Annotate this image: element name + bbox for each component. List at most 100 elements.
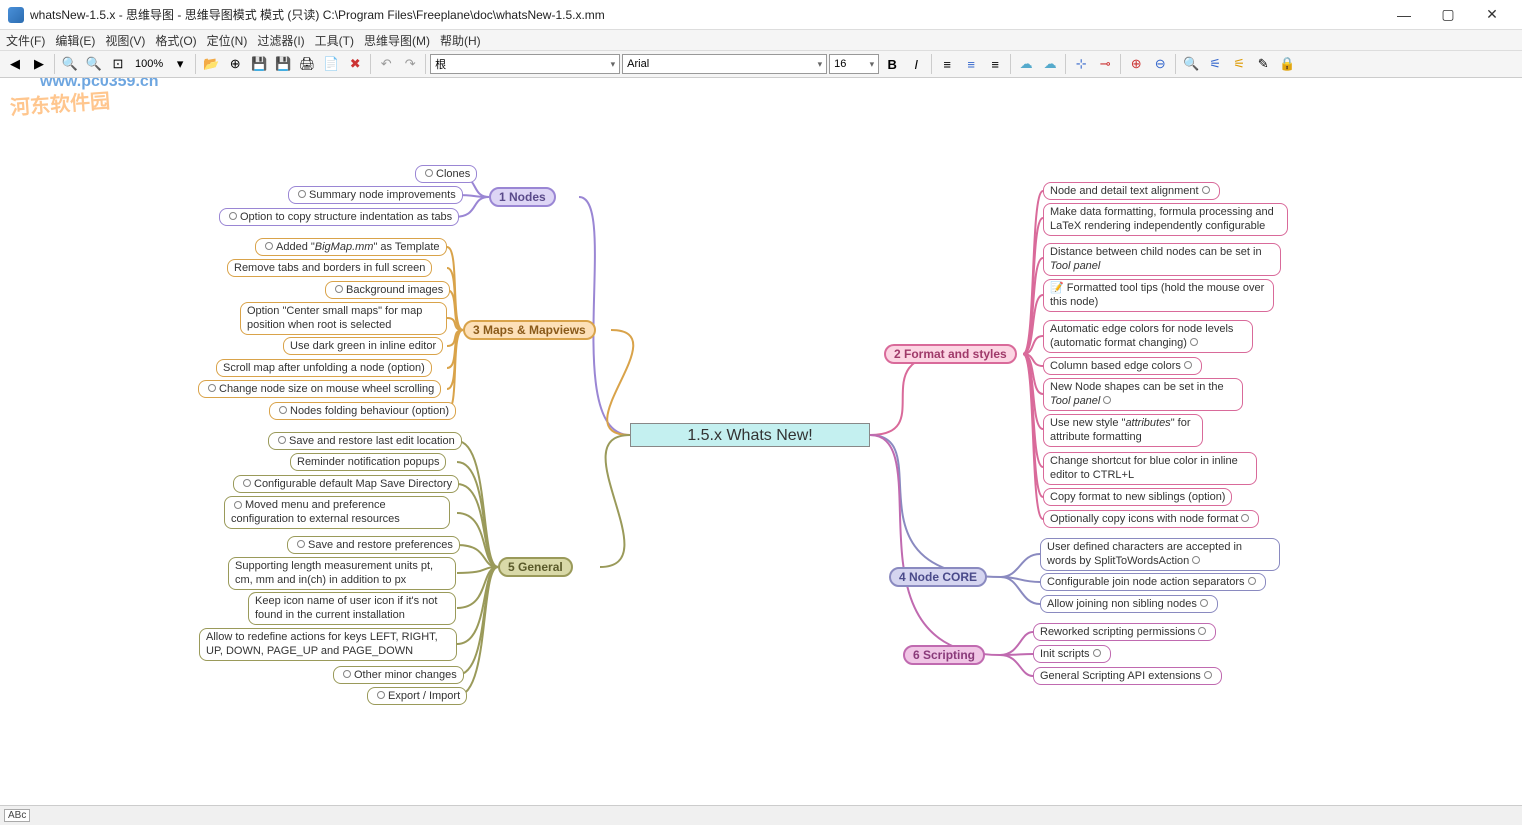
leaf-text-alignment[interactable]: Node and detail text alignment (1043, 182, 1220, 200)
leaf-column-edge[interactable]: Column based edge colors (1043, 357, 1202, 375)
saveall-icon[interactable]: 💾 (272, 53, 294, 75)
next-map-icon[interactable]: ▶ (28, 53, 50, 75)
branch-general[interactable]: 5 General (498, 557, 573, 577)
leaf-shortcut-blue[interactable]: Change shortcut for blue color in inline… (1043, 452, 1257, 485)
menu-mindmap[interactable]: 思维导图(M) (364, 32, 430, 49)
leaf-folding-behaviour[interactable]: Nodes folding behaviour (option) (269, 402, 456, 420)
link-remove-icon[interactable]: ⊖ (1149, 53, 1171, 75)
leaf-bigmap[interactable]: Added "BigMap.mm" as Template (255, 238, 447, 256)
cloud-icon[interactable]: ☁ (1015, 53, 1037, 75)
leaf-moved-menu[interactable]: Moved menu and preference configuration … (224, 496, 450, 529)
branch-maps[interactable]: 3 Maps & Mapviews (463, 320, 596, 340)
fit-icon[interactable]: ⊡ (107, 53, 129, 75)
leaf-data-formatting[interactable]: Make data formatting, formula processing… (1043, 203, 1288, 236)
leaf-attributes-style[interactable]: Use new style "attributes" for attribute… (1043, 414, 1203, 447)
statusbar: ABc (0, 805, 1522, 825)
leaf-api-extensions[interactable]: General Scripting API extensions (1033, 667, 1222, 685)
close-map-icon[interactable]: ✖ (344, 53, 366, 75)
leaf-node-size-wheel[interactable]: Change node size on mouse wheel scrollin… (198, 380, 441, 398)
menu-tools[interactable]: 工具(T) (315, 32, 354, 49)
leaf-map-save-dir[interactable]: Configurable default Map Save Directory (233, 475, 459, 493)
window-title: whatsNew-1.5.x - 思维导图 - 思维导图模式 模式 (只读) C… (30, 6, 1382, 23)
leaf-export-import[interactable]: Export / Import (367, 687, 467, 705)
leaf-scripting-perms[interactable]: Reworked scripting permissions (1033, 623, 1216, 641)
filter-on-icon[interactable]: ⚟ (1204, 53, 1226, 75)
branch-nodes[interactable]: 1 Nodes (489, 187, 556, 207)
leaf-summary-node[interactable]: Summary node improvements (288, 186, 463, 204)
leaf-copy-structure[interactable]: Option to copy structure indentation as … (219, 208, 459, 226)
leaf-other-minor[interactable]: Other minor changes (333, 666, 464, 684)
menu-help[interactable]: 帮助(H) (440, 32, 481, 49)
status-abc: ABc (4, 809, 30, 822)
minimize-button[interactable]: — (1382, 1, 1426, 29)
find-icon[interactable]: 🔍 (1180, 53, 1202, 75)
leaf-join-nonsibling[interactable]: Allow joining non sibling nodes (1040, 595, 1218, 613)
leaf-center-small[interactable]: Option "Center small maps" for map posit… (240, 302, 447, 335)
leaf-background-images[interactable]: Background images (325, 281, 450, 299)
new-sibling-icon[interactable]: ⊸ (1094, 53, 1116, 75)
leaf-save-restore-edit[interactable]: Save and restore last edit location (268, 432, 462, 450)
prev-map-icon[interactable]: ◀ (4, 53, 26, 75)
leaf-copy-icons[interactable]: Optionally copy icons with node format (1043, 510, 1259, 528)
align-center-icon[interactable]: ≡ (960, 53, 982, 75)
filter-edit-icon[interactable]: ✎ (1252, 53, 1274, 75)
new-child-icon[interactable]: ⊹ (1070, 53, 1092, 75)
menu-filter[interactable]: 过滤器(I) (257, 32, 304, 49)
leaf-split-words[interactable]: User defined characters are accepted in … (1040, 538, 1280, 571)
italic-icon[interactable]: I (905, 53, 927, 75)
leaf-distance-child[interactable]: Distance between child nodes can be set … (1043, 243, 1281, 276)
menu-file[interactable]: 文件(F) (6, 32, 45, 49)
leaf-copy-format-siblings[interactable]: Copy format to new siblings (option) (1043, 488, 1232, 506)
leaf-auto-edge-colors[interactable]: Automatic edge colors for node levels (a… (1043, 320, 1253, 353)
zoom-out-icon[interactable]: 🔍 (83, 53, 105, 75)
leaf-icon-name[interactable]: Keep icon name of user icon if it's not … (248, 592, 456, 625)
pagesetup-icon[interactable]: 📄 (320, 53, 342, 75)
menu-view[interactable]: 视图(V) (105, 32, 145, 49)
save-icon[interactable]: 💾 (248, 53, 270, 75)
watermark-overlay: 河东软件园 (9, 85, 111, 121)
open-icon[interactable]: 📂 (200, 53, 222, 75)
leaf-dark-green[interactable]: Use dark green in inline editor (283, 337, 443, 355)
url-watermark: www.pc0359.cn (40, 78, 159, 91)
link-add-icon[interactable]: ⊕ (1125, 53, 1147, 75)
leaf-length-units[interactable]: Supporting length measurement units pt, … (228, 557, 456, 590)
branch-core[interactable]: 4 Node CORE (889, 567, 987, 587)
maximize-button[interactable]: ▢ (1426, 1, 1470, 29)
leaf-redefine-keys[interactable]: Allow to redefine actions for keys LEFT,… (199, 628, 457, 661)
leaf-tooltips[interactable]: 📝 Formatted tool tips (hold the mouse ov… (1043, 279, 1274, 312)
leaf-save-restore-prefs[interactable]: Save and restore preferences (287, 536, 460, 554)
leaf-clones[interactable]: Clones (415, 165, 477, 183)
leaf-node-shapes[interactable]: New Node shapes can be set in the Tool p… (1043, 378, 1243, 411)
menu-edit[interactable]: 编辑(E) (55, 32, 95, 49)
leaf-reminder-popups[interactable]: Reminder notification popups (290, 453, 446, 471)
zoom-dropdown-icon[interactable]: ▾ (169, 53, 191, 75)
cloud-color-icon[interactable]: ☁ (1039, 53, 1061, 75)
align-left-icon[interactable]: ≡ (936, 53, 958, 75)
close-button[interactable]: ✕ (1470, 1, 1514, 29)
menu-navigate[interactable]: 定位(N) (207, 32, 248, 49)
menu-format[interactable]: 格式(O) (155, 32, 196, 49)
encrypt-icon[interactable]: 🔒 (1276, 53, 1298, 75)
mindmap-canvas[interactable]: 河东软件园 www.pc0359.cn 1.5.x Whats New! 1 N (0, 78, 1522, 825)
leaf-init-scripts[interactable]: Init scripts (1033, 645, 1111, 663)
filter-off-icon[interactable]: ⚟ (1228, 53, 1250, 75)
branch-scripting[interactable]: 6 Scripting (903, 645, 985, 665)
zoom-in-icon[interactable]: 🔍 (59, 53, 81, 75)
leaf-scroll-unfold[interactable]: Scroll map after unfolding a node (optio… (216, 359, 432, 377)
mindmap-edges (0, 78, 1522, 825)
align-right-icon[interactable]: ≡ (984, 53, 1006, 75)
undo-icon[interactable]: ↶ (375, 53, 397, 75)
new-icon[interactable]: ⊕ (224, 53, 246, 75)
redo-icon[interactable]: ↷ (399, 53, 421, 75)
branch-format[interactable]: 2 Format and styles (884, 344, 1017, 364)
bold-icon[interactable]: B (881, 53, 903, 75)
leaf-remove-tabs[interactable]: Remove tabs and borders in full screen (227, 259, 432, 277)
app-icon (8, 7, 24, 23)
root-node[interactable]: 1.5.x Whats New! (630, 423, 870, 447)
style-combo[interactable]: 根 (430, 54, 620, 74)
zoom-level: 100% (135, 58, 163, 70)
print-icon[interactable]: 🖨 (296, 53, 318, 75)
leaf-join-separators[interactable]: Configurable join node action separators (1040, 573, 1266, 591)
font-combo[interactable]: Arial (622, 54, 827, 74)
fontsize-combo[interactable]: 16 (829, 54, 879, 74)
